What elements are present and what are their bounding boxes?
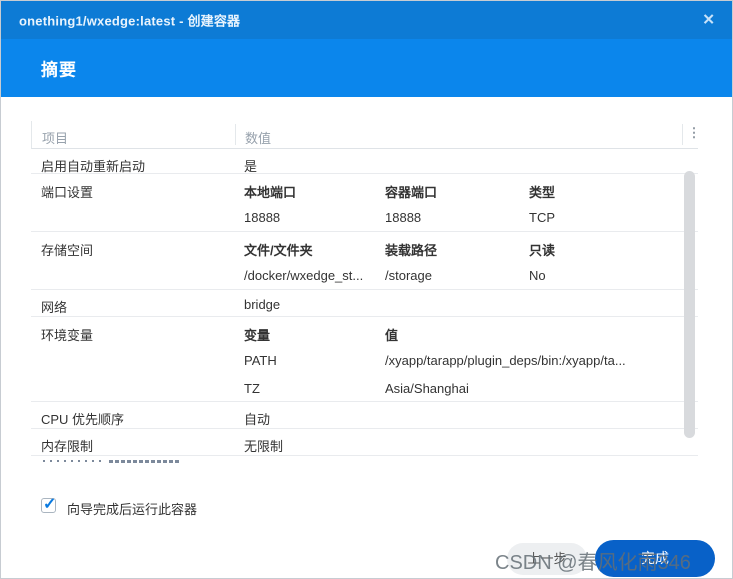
page-title: 摘要: [41, 60, 77, 80]
subcolumn-container-port: 容器端口: [385, 185, 438, 200]
cpu-priority-value: 自动: [244, 412, 271, 427]
table-header-row: 项目 数值 ⋮: [31, 121, 698, 149]
storage-readonly-value: No: [529, 268, 546, 283]
row-label: CPU 优先顺序: [41, 412, 125, 427]
dialog-title: onething1/wxedge:latest - 创建容器: [19, 13, 241, 29]
table-row-cpu-priority: CPU 优先顺序 自动: [31, 402, 698, 429]
subcolumn-mount-path: 装载路径: [385, 243, 438, 258]
summary-section-header: 摘要: [1, 39, 732, 97]
port-type-value: TCP: [529, 210, 555, 225]
dialog-titlebar: onething1/wxedge:latest - 创建容器 ✕: [1, 1, 732, 39]
row-label: 内存限制: [41, 439, 94, 454]
table-row-network: 网络 bridge: [31, 290, 698, 317]
finish-button[interactable]: 完成: [595, 540, 715, 577]
env-name-tz: TZ: [244, 381, 260, 396]
close-icon[interactable]: ✕: [702, 13, 715, 28]
env-value-path: /xyapp/tarapp/plugin_deps/bin:/xyapp/ta.…: [385, 353, 626, 368]
row-label: 启用自动重新启动: [41, 159, 146, 174]
row-label: 网络: [41, 300, 68, 315]
create-container-dialog: onething1/wxedge:latest - 创建容器 ✕ 摘要 项目 数…: [0, 0, 733, 579]
subcolumn-type: 类型: [529, 185, 556, 200]
column-divider: [682, 124, 683, 145]
table-row-env-vars: 环境变量 变量 值 PATH /xyapp/tarapp/plugin_deps…: [31, 317, 698, 402]
port-local-value: 18888: [244, 210, 281, 225]
summary-table: 项目 数值 ⋮ 启用自动重新启动 是 端口设置 本地端口 容器端口 类型 188…: [31, 121, 698, 472]
run-after-wizard-label[interactable]: 向导完成后运行此容器: [67, 499, 197, 518]
env-value-tz: Asia/Shanghai: [385, 381, 469, 396]
table-row-memory-limit: 内存限制 无限制: [31, 429, 698, 456]
subcolumn-readonly: 只读: [529, 243, 556, 258]
row-label: 端口设置: [41, 185, 94, 200]
table-row-port-settings: 端口设置 本地端口 容器端口 类型 18888 18888 TCP: [31, 174, 698, 232]
table-row-auto-restart: 启用自动重新启动 是: [31, 149, 698, 174]
table-scrollbar[interactable]: [684, 171, 695, 438]
column-menu-icon[interactable]: ⋮: [687, 125, 699, 141]
back-button[interactable]: 上一步: [507, 543, 587, 575]
subcolumn-value: 值: [385, 328, 399, 343]
row-label: 环境变量: [41, 328, 94, 343]
subcolumn-variable: 变量: [244, 328, 271, 343]
env-name-path: PATH: [244, 353, 277, 368]
storage-folder-value: /docker/wxedge_st...: [244, 268, 364, 283]
row-value: 是: [244, 159, 258, 174]
clipped-table-row: [31, 456, 698, 467]
column-header-item: 项目: [42, 131, 69, 146]
port-container-value: 18888: [385, 210, 422, 225]
checkmark-icon: ✓: [43, 496, 57, 513]
subcolumn-local-port: 本地端口: [244, 185, 297, 200]
storage-mount-value: /storage: [385, 268, 432, 283]
column-header-value: 数值: [245, 131, 272, 146]
column-divider: [235, 124, 236, 145]
network-value: bridge: [244, 297, 281, 312]
subcolumn-file-folder: 文件/文件夹: [244, 243, 313, 258]
table-row-storage: 存储空间 文件/文件夹 装载路径 只读 /docker/wxedge_st...…: [31, 232, 698, 290]
row-label: 存储空间: [41, 243, 94, 258]
clipped-row-text: [43, 460, 193, 465]
memory-limit-value: 无限制: [244, 439, 284, 454]
run-after-wizard-checkbox[interactable]: ✓: [41, 496, 57, 513]
